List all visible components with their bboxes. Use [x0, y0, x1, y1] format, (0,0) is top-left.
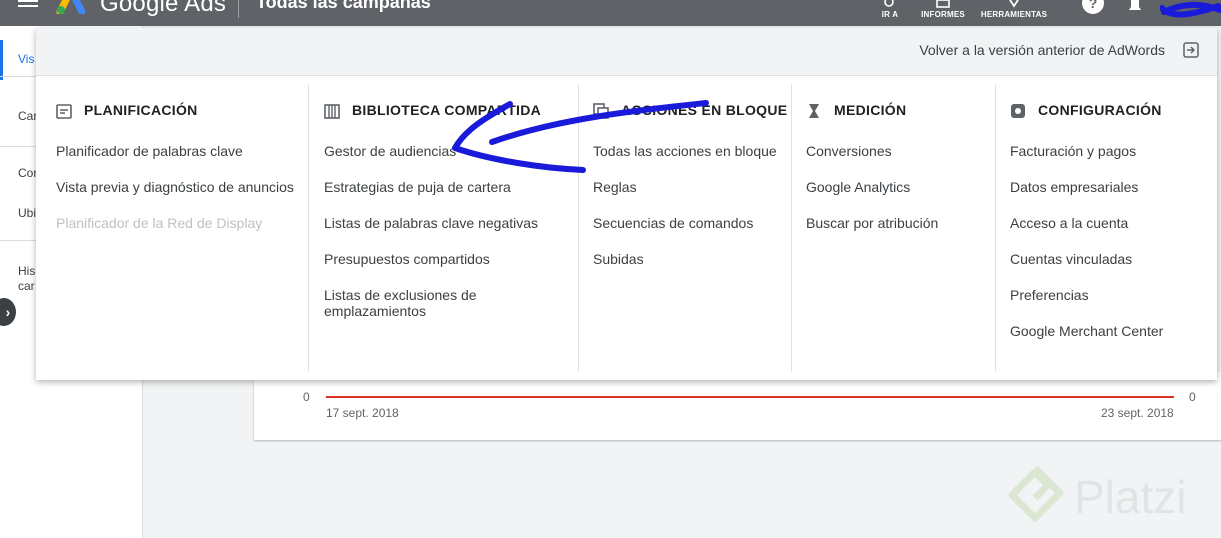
hamburger-menu-icon[interactable] — [18, 0, 40, 10]
gear-icon — [1011, 104, 1025, 118]
previous-version-link[interactable]: Volver a la versión anterior de AdWords — [919, 42, 1165, 58]
page-title: Todas las campañas — [256, 0, 431, 12]
column-divider — [995, 84, 996, 372]
menu-item-google-analytics[interactable]: Google Analytics — [806, 179, 910, 195]
google-ads-logo-icon — [56, 0, 86, 14]
measurement-title: MEDICIÓN — [834, 102, 907, 118]
bulk-actions-title: ACCIONES EN BLOQUE — [621, 102, 788, 118]
copy-icon — [593, 103, 609, 119]
wrench-icon — [1009, 0, 1019, 8]
chart-icon — [936, 0, 950, 8]
column-divider — [308, 84, 309, 372]
x-tick-start: 17 sept. 2018 — [326, 406, 399, 420]
nav-item-history-changes[interactable]: car — [18, 279, 38, 293]
brand-name: Google Ads — [100, 0, 227, 17]
menu-item-portfolio-bid-strategies[interactable]: Estrategias de puja de cartera — [324, 179, 511, 195]
menu-item-all-bulk-actions[interactable]: Todas las acciones en bloque — [593, 143, 777, 159]
tools-button[interactable]: HERRAMIENTAS — [980, 0, 1048, 26]
platzi-logo-icon — [1008, 465, 1064, 522]
menu-item-display-planner: Planificador de la Red de Display — [56, 215, 263, 231]
menu-item-rules[interactable]: Reglas — [593, 179, 637, 195]
performance-chart-card: 0 0 17 sept. 2018 23 sept. 2018 — [254, 372, 1221, 440]
notification-bell-icon[interactable] — [1126, 0, 1144, 12]
menu-item-linked-accounts[interactable]: Cuentas vinculadas — [1010, 251, 1132, 267]
planning-title: PLANIFICACIÓN — [84, 102, 198, 118]
calendar-icon — [56, 104, 72, 119]
menu-item-shared-budgets[interactable]: Presupuestos compartidos — [324, 251, 490, 267]
platzi-watermark: Platzi — [1004, 462, 1214, 532]
menu-item-preferences[interactable]: Preferencias — [1010, 287, 1089, 303]
go-to-label: IR A — [881, 10, 899, 19]
menu-item-ad-preview[interactable]: Vista previa y diagnóstico de anuncios — [56, 179, 294, 195]
tools-label: HERRAMIENTAS — [980, 10, 1048, 19]
menu-item-conversions[interactable]: Conversiones — [806, 143, 892, 159]
menu-item-billing[interactable]: Facturación y pagos — [1010, 143, 1136, 159]
nav-item-campaigns[interactable]: Car — [18, 109, 38, 123]
chart-series-line — [326, 396, 1174, 398]
active-indicator — [0, 40, 3, 80]
column-divider — [791, 84, 792, 372]
shared-library-title: BIBLIOTECA COMPARTIDA — [352, 102, 542, 118]
go-to-button[interactable]: IR A — [876, 0, 904, 26]
tools-mega-menu: Volver a la versión anterior de AdWords … — [36, 28, 1217, 380]
menu-header: Volver a la versión anterior de AdWords — [36, 28, 1217, 76]
nav-item-locations[interactable]: Ubi — [18, 206, 38, 220]
top-app-bar: Google Ads Todas las campañas IR A INFOR… — [0, 0, 1221, 26]
menu-item-account-access[interactable]: Acceso a la cuenta — [1010, 215, 1128, 231]
menu-item-scripts[interactable]: Secuencias de comandos — [593, 215, 753, 231]
measurement-column: MEDICIÓN Conversiones Google Analytics B… — [806, 76, 986, 372]
column-divider — [578, 84, 579, 372]
library-icon — [324, 104, 340, 119]
reports-label: INFORMES — [921, 10, 965, 19]
hourglass-icon — [809, 104, 819, 118]
menu-item-uploads[interactable]: Subidas — [593, 251, 644, 267]
menu-item-audience-manager[interactable]: Gestor de audiencias — [324, 143, 456, 159]
menu-item-merchant-center[interactable]: Google Merchant Center — [1010, 323, 1163, 339]
y-tick-left: 0 — [303, 390, 310, 404]
menu-item-negative-keyword-lists[interactable]: Listas de palabras clave negativas — [324, 215, 538, 231]
shared-library-column: BIBLIOTECA COMPARTIDA Gestor de audienci… — [324, 76, 574, 372]
setup-column: CONFIGURACIÓN Facturación y pagos Datos … — [1010, 76, 1200, 372]
menu-item-business-data[interactable]: Datos empresariales — [1010, 179, 1138, 195]
menu-item-search-attribution[interactable]: Buscar por atribución — [806, 215, 938, 231]
y-tick-right: 0 — [1189, 390, 1196, 404]
exit-to-app-icon[interactable] — [1183, 42, 1199, 58]
bulk-actions-column: ACCIONES EN BLOQUE Todas las acciones en… — [593, 76, 793, 372]
planning-column: PLANIFICACIÓN Planificador de palabras c… — [56, 76, 316, 372]
menu-item-placement-exclusion-lists[interactable]: Listas de exclusiones de emplazamientos — [324, 287, 544, 319]
watermark-text: Platzi — [1074, 471, 1187, 523]
setup-title: CONFIGURACIÓN — [1038, 102, 1162, 118]
nav-item-history[interactable]: His — [18, 264, 38, 278]
x-tick-end: 23 sept. 2018 — [1101, 406, 1174, 420]
nav-item-overview[interactable]: Vis — [18, 52, 38, 66]
menu-item-keyword-planner[interactable]: Planificador de palabras clave — [56, 143, 243, 159]
reports-button[interactable]: INFORMES — [920, 0, 966, 26]
search-icon — [884, 0, 894, 7]
avatar[interactable] — [1160, 0, 1221, 20]
topbar-divider — [238, 0, 239, 18]
nav-item-conversions[interactable]: Cor — [18, 166, 38, 180]
help-icon[interactable]: ? — [1082, 0, 1104, 14]
